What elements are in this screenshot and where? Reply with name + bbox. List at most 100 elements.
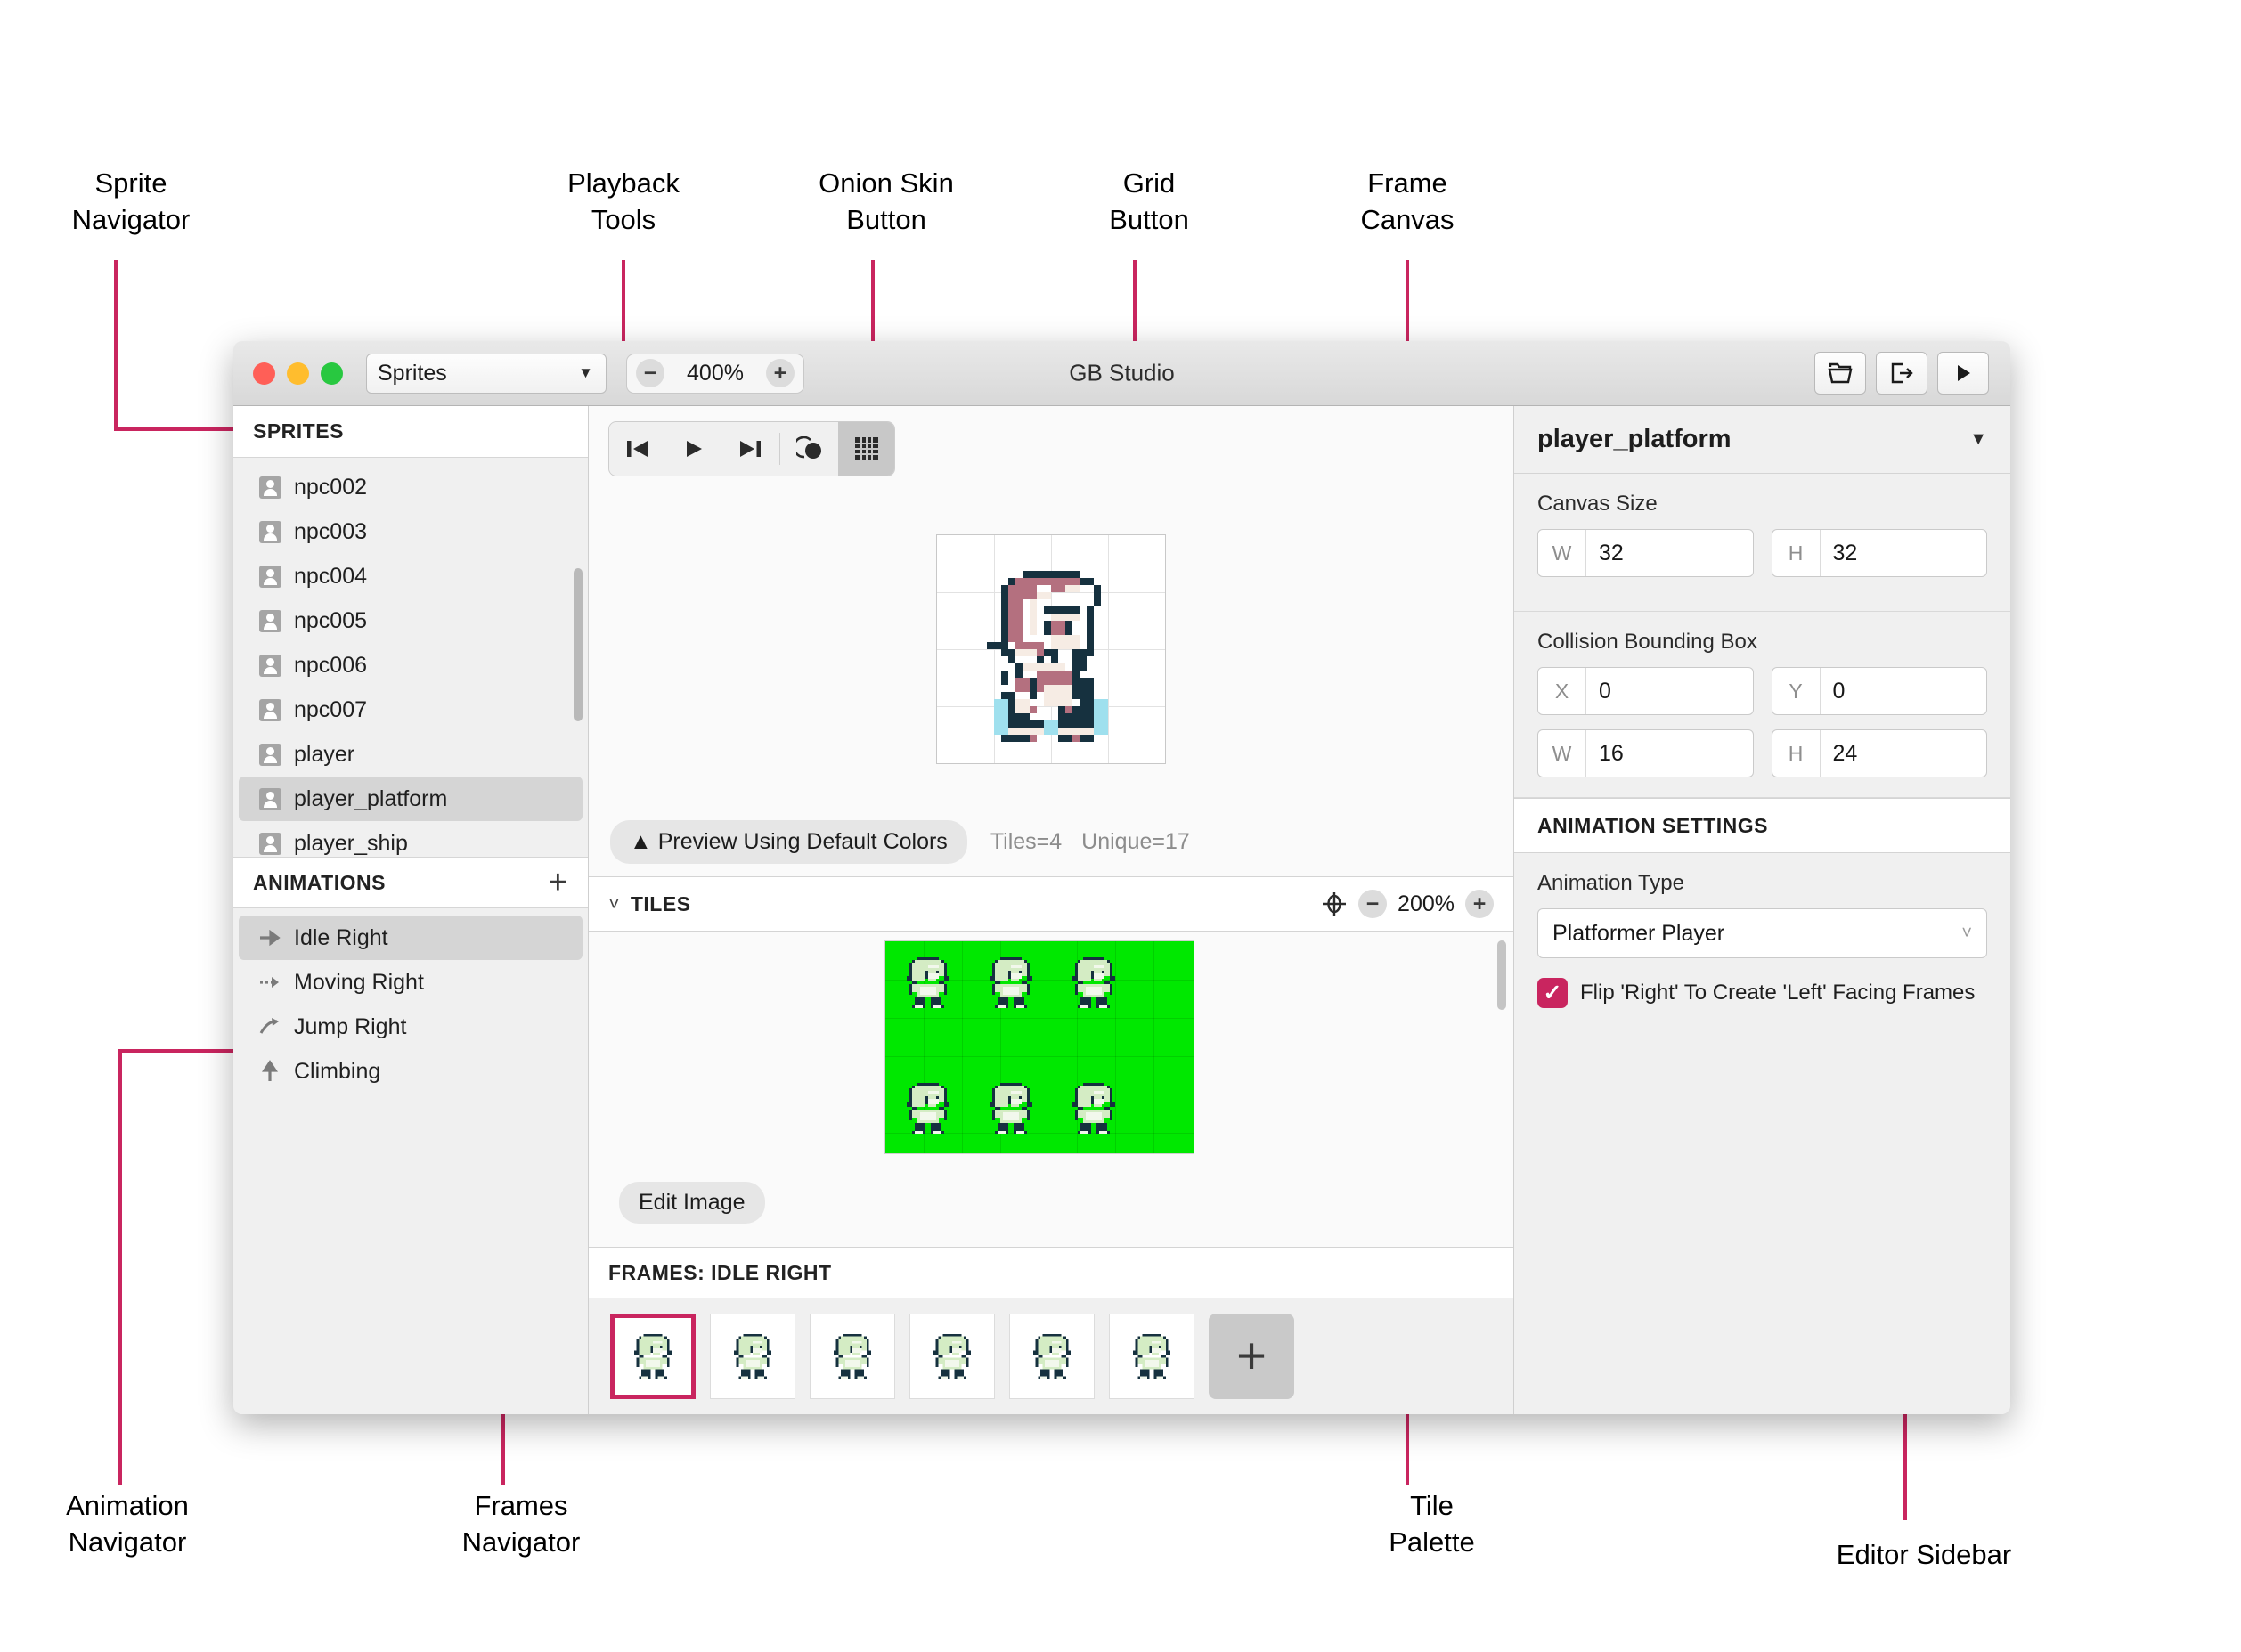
flip-right-checkbox[interactable]: ✓ [1537,978,1568,1008]
view-select-value: Sprites [378,360,447,386]
sprites-section-header: SPRITES [233,406,588,458]
play-animation-button[interactable] [665,422,721,476]
add-animation-button[interactable]: + [548,866,568,899]
skip-to-start-button[interactable] [609,422,665,476]
frame-canvas[interactable] [936,534,1166,764]
onion-skin-icon [795,436,821,459]
arrow-up-right-icon [258,1015,281,1038]
onion-skin-button[interactable] [782,422,838,476]
sprite-item-label: npc004 [294,563,368,589]
canvas-height-key: H [1772,530,1821,576]
animation-item-label: Moving Right [294,969,424,995]
annotation-label-onion-skin-button: Onion Skin Button [819,167,954,235]
sprite-item-label: npc003 [294,518,368,544]
sprite-list-item[interactable]: player [239,732,583,777]
collision-width-field[interactable]: W 16 [1537,729,1754,777]
window-controls [253,362,343,385]
frame-thumbnail[interactable] [710,1314,795,1399]
collision-x-field[interactable]: X 0 [1537,667,1754,715]
crosshair-icon[interactable] [1321,891,1348,917]
frame-thumbnail[interactable] [810,1314,895,1399]
sprite-item-label: npc002 [294,474,368,500]
collision-y-key: Y [1772,668,1821,714]
minimize-window-button[interactable] [287,362,309,385]
tiles-zoom-out-button[interactable]: − [1358,890,1388,918]
open-project-folder-button[interactable] [1814,352,1866,395]
canvas-height-field[interactable]: H 32 [1771,529,1987,577]
collision-x-key: X [1538,668,1586,714]
animation-item-label: Idle Right [294,924,388,950]
tile-palette[interactable] [884,940,1194,1154]
sprite-item-label: npc007 [294,696,368,722]
animation-list-item[interactable]: Moving Right [239,960,583,1005]
frame-canvas-area [589,492,1513,807]
export-icon [1891,362,1913,384]
frames-navigator: + [589,1298,1513,1414]
animation-list-item[interactable]: Climbing [239,1049,583,1094]
sprites-list-scrollbar[interactable] [574,568,583,721]
sprites-list[interactable]: npc002 npc003 npc004 npc005 npc006 npc00… [233,458,588,857]
flip-right-checkbox-row[interactable]: ✓ Flip 'Right' To Create 'Left' Facing F… [1537,978,1987,1008]
grid-button[interactable] [838,422,894,476]
frame-thumbnail-selected[interactable] [610,1314,696,1399]
skip-back-icon [626,441,648,457]
preview-default-colors-button[interactable]: ▲ Preview Using Default Colors [610,819,967,864]
skip-to-end-button[interactable] [721,422,778,476]
frame-thumbnail[interactable] [1009,1314,1095,1399]
sprite-icon [258,832,281,855]
sprite-list-item[interactable]: npc006 [239,643,583,688]
skip-forward-icon [739,441,761,457]
collision-position-fields: X 0 Y 0 [1537,667,1987,715]
sprite-list-item[interactable]: npc005 [239,598,583,643]
canvas-size-fields: W 32 H 32 [1537,529,1987,577]
export-project-button[interactable] [1876,352,1927,395]
sprite-item-label: player_platform [294,785,448,811]
animation-item-label: Jump Right [294,1013,407,1039]
page-title: player_platform [1537,425,1732,453]
run-project-button[interactable] [1937,352,1989,395]
preview-bar: ▲ Preview Using Default Colors Tiles=4 U… [589,807,1513,876]
animations-list[interactable]: Idle Right Moving Right Jump Right Climb… [233,908,588,1094]
sprite-list-item-selected[interactable]: player_platform [239,777,583,821]
canvas-width-field[interactable]: W 32 [1537,529,1754,577]
chevron-down-icon[interactable]: ▼ [1969,429,1987,450]
tiles-scrollbar[interactable] [1497,940,1506,1010]
add-frame-button[interactable]: + [1209,1314,1294,1399]
sprite-list-item[interactable]: npc007 [239,688,583,732]
edit-image-button[interactable]: Edit Image [619,1182,765,1224]
animation-settings-label: ANIMATION SETTINGS [1537,813,1769,837]
sprite-item-label: npc006 [294,652,368,678]
zoom-in-button[interactable]: + [765,359,795,387]
tiles-zoom-in-button[interactable]: + [1465,890,1494,918]
canvas-width-key: W [1538,530,1586,576]
maximize-window-button[interactable] [321,362,343,385]
grid-icon [854,437,878,460]
frame-thumbnail[interactable] [909,1314,995,1399]
animation-settings-header: ANIMATION SETTINGS [1514,798,2010,853]
close-window-button[interactable] [253,362,275,385]
animation-list-item-selected[interactable]: Idle Right [239,916,583,960]
sprite-list-item[interactable]: npc002 [239,465,583,509]
frames-header-label: FRAMES: IDLE RIGHT [608,1260,832,1284]
sprite-list-item[interactable]: npc004 [239,554,583,598]
animation-list-item[interactable]: Jump Right [239,1005,583,1049]
frame-thumbnail[interactable] [1109,1314,1194,1399]
animations-header-label: ANIMATIONS [253,870,386,894]
collision-height-field[interactable]: H 24 [1771,729,1987,777]
collision-y-field[interactable]: Y 0 [1771,667,1987,715]
annotation-label-tile-palette: Tile Palette [1389,1490,1475,1558]
zoom-out-button[interactable]: − [636,359,664,387]
sprite-list-item[interactable]: player_ship [239,821,583,857]
play-icon [686,441,702,457]
view-select[interactable]: Sprites ▼ [366,353,607,394]
frames-section-header: FRAMES: IDLE RIGHT [589,1247,1513,1298]
arrow-right-dashed-icon [258,971,281,994]
sprite-item-label: player [294,741,355,767]
sprite-list-item[interactable]: npc003 [239,509,583,554]
sprite-icon [258,743,281,766]
chevron-down-icon[interactable]: ˅ [608,892,620,916]
sprites-header-label: SPRITES [253,419,344,443]
unique-count-label: Unique=17 [1081,828,1190,854]
collision-width-key: W [1538,730,1586,777]
animation-type-select[interactable]: Platformer Player ˅ [1537,908,1987,958]
